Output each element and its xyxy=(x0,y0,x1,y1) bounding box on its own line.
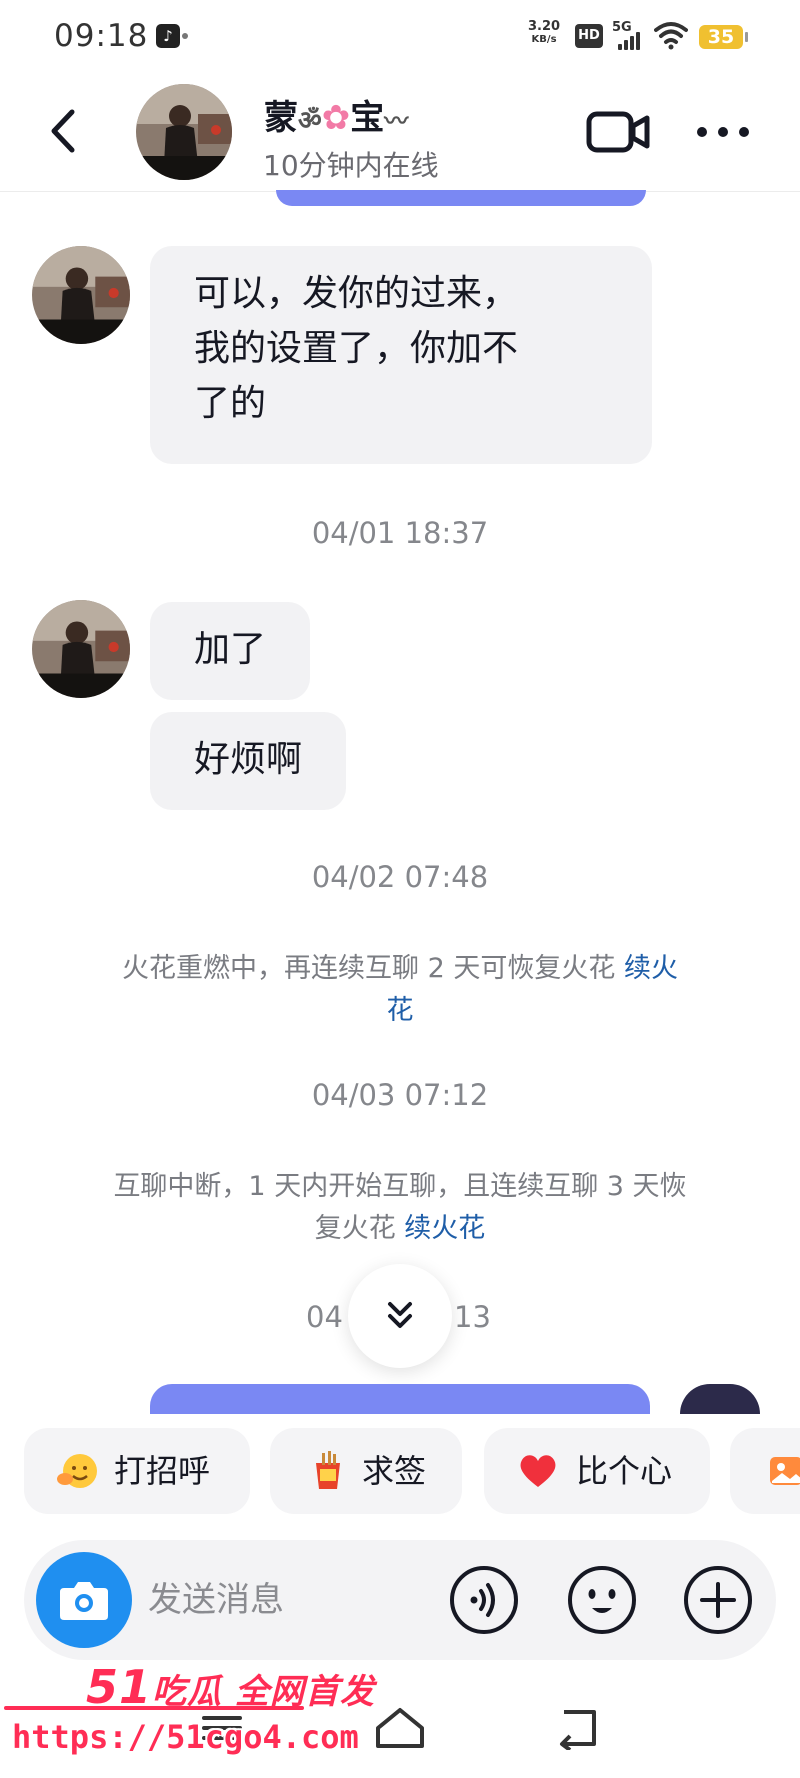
battery-icon: 35 xyxy=(699,25,748,49)
message-timestamp-partial: 13 xyxy=(454,1300,491,1334)
quick-reply-label: 打招呼 xyxy=(114,1452,211,1490)
contact-name: 蒙ॐ✿宝〰 xyxy=(264,90,408,139)
smile-hand-emoji-icon xyxy=(57,1454,97,1488)
sent-message-bubble-partial xyxy=(276,190,646,206)
voice-message-icon[interactable] xyxy=(448,1564,520,1636)
photo-album-icon xyxy=(770,1457,800,1485)
system-message-text: 互聊中断，1 天内开始互聊，且连续互聊 3 天恢复火花 xyxy=(113,1171,687,1244)
received-message[interactable]: 好烦啊 xyxy=(150,712,347,810)
scroll-to-bottom-button[interactable] xyxy=(348,1264,452,1368)
video-call-icon[interactable] xyxy=(586,110,650,154)
spark-system-message: 火花重燃中，再连续互聊 2 天可恢复火花 续火花 xyxy=(110,948,690,1032)
fortune-box-icon xyxy=(316,1451,340,1489)
quick-reply-heart[interactable]: 比个心 xyxy=(484,1428,710,1514)
camera-button[interactable] xyxy=(36,1552,132,1648)
sender-avatar[interactable] xyxy=(32,600,130,698)
back-button[interactable] xyxy=(42,104,82,158)
network-speed: 3.20 KB/s xyxy=(528,20,560,46)
my-avatar-partial xyxy=(680,1384,760,1414)
message-timestamp: 04/02 07:48 xyxy=(311,860,489,894)
sent-message-bubble-partial xyxy=(150,1384,650,1414)
emoji-icon[interactable] xyxy=(566,1564,638,1636)
red-heart-icon xyxy=(520,1455,556,1487)
watermark-divider xyxy=(4,1706,304,1710)
network-speed-value: 3.20 xyxy=(528,19,561,34)
notification-dot-icon xyxy=(182,33,188,39)
contact-avatar[interactable] xyxy=(136,84,232,180)
tiktok-notification-icon: ♪ xyxy=(156,24,180,48)
chat-header: 蒙ॐ✿宝〰 10分钟内在线 xyxy=(0,72,800,192)
double-chevron-down-icon xyxy=(388,1302,412,1328)
quick-reply-label: 求签 xyxy=(362,1452,427,1490)
swirl-decoration-icon: 〰 xyxy=(384,107,409,135)
om-symbol-icon: ॐ xyxy=(298,106,322,136)
network-speed-unit: KB/s xyxy=(531,34,557,45)
continue-spark-link[interactable]: 续火花 xyxy=(404,1213,485,1244)
quick-reply-fortune[interactable]: 求签 xyxy=(270,1428,462,1514)
more-options-icon[interactable] xyxy=(694,122,752,142)
message-timestamp: 04/01 18:37 xyxy=(311,516,489,550)
received-message[interactable]: 加了 xyxy=(150,602,311,700)
hd-icon: HD xyxy=(575,24,603,48)
quick-reply-bar: 打招呼 求签 比个心 xyxy=(0,1414,800,1538)
status-time: 09:18 xyxy=(54,18,149,54)
wifi-icon xyxy=(654,22,688,50)
received-message[interactable]: 可以，发你的过来， 我的设置了，你加不 了的 xyxy=(150,246,652,464)
quick-reply-label: 比个心 xyxy=(576,1452,673,1490)
online-status: 10分钟内在线 xyxy=(263,149,439,182)
system-back-icon[interactable] xyxy=(554,1706,602,1750)
flower-icon: ✿ xyxy=(321,98,351,138)
status-bar: 09:18 ♪ 3.20 KB/s HD 5G 35 xyxy=(0,0,800,72)
quick-reply-greet[interactable]: 打招呼 xyxy=(24,1428,250,1514)
sender-avatar[interactable] xyxy=(32,246,130,344)
message-input-bar xyxy=(24,1540,776,1660)
message-input[interactable] xyxy=(148,1570,448,1630)
home-icon[interactable] xyxy=(372,1706,428,1750)
system-message-text: 火花重燃中，再连续互聊 2 天可恢复火花 xyxy=(122,953,616,984)
watermark-url: https://51cgo4.com xyxy=(12,1718,359,1756)
camera-icon xyxy=(60,1582,108,1620)
message-timestamp: 04/03 07:12 xyxy=(311,1078,489,1112)
contact-name-prefix: 蒙 xyxy=(264,98,298,138)
contact-name-suffix: 宝 xyxy=(350,98,385,138)
plus-icon[interactable] xyxy=(682,1564,754,1636)
spark-system-message: 互聊中断，1 天内开始互聊，且连续互聊 3 天恢复火花 续火花 xyxy=(110,1166,690,1250)
signal-icon xyxy=(618,32,644,50)
quick-reply-photo[interactable] xyxy=(730,1428,800,1514)
